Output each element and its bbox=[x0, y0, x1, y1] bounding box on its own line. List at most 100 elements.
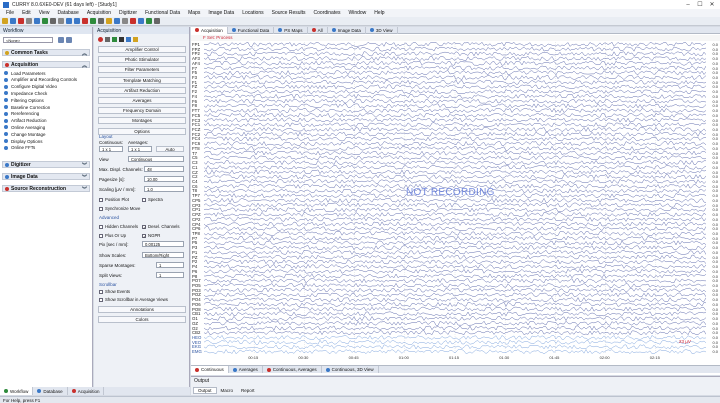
workflow-item[interactable]: Filtering Options bbox=[4, 97, 44, 103]
show-scrollbar-averages-checkbox[interactable]: Show Scrollbar in Average Views bbox=[99, 297, 168, 302]
workflow-item[interactable]: Rereferencing bbox=[4, 111, 39, 117]
photic-stimulator-button[interactable]: Photic Stimulator bbox=[98, 56, 186, 64]
toolbar-icon-4[interactable] bbox=[26, 18, 32, 24]
chevron-down-icon[interactable]: ︾ bbox=[82, 186, 87, 193]
workflow-item[interactable]: Amplifier and Recording Controls bbox=[4, 77, 77, 83]
play-icon[interactable] bbox=[112, 37, 117, 42]
workflow-add-icon[interactable] bbox=[58, 37, 64, 43]
plus-or-up-checkbox[interactable]: Plus Or Up bbox=[99, 233, 126, 238]
workflow-section-source-reconstruction[interactable]: Source Reconstruction ︾ bbox=[2, 185, 90, 193]
workflow-item[interactable]: Artifact Reduction bbox=[4, 118, 47, 124]
ngpr-checkbox[interactable]: ✓ NGPR bbox=[142, 233, 160, 238]
show-events-checkbox[interactable]: Show Events bbox=[99, 289, 130, 294]
menu-digitizer[interactable]: Digitizer bbox=[115, 10, 141, 16]
max-channels-input[interactable]: 48 bbox=[144, 166, 184, 172]
frequency-domain-button[interactable]: Frequency Domain bbox=[98, 107, 186, 115]
toolbar-icon-2[interactable] bbox=[10, 18, 16, 24]
continuous-layout-select[interactable]: 1 x 1 bbox=[99, 146, 123, 152]
view-tab-averages[interactable]: Averages bbox=[229, 366, 263, 373]
view-tab-continuous[interactable]: Continuous bbox=[191, 366, 229, 373]
synchronize-move-checkbox[interactable]: Synchronize Move bbox=[99, 206, 140, 211]
averages-layout-select[interactable]: 1 x 1 bbox=[128, 146, 152, 152]
menu-locations[interactable]: Locations bbox=[238, 10, 267, 16]
chevron-up-icon[interactable]: ︽ bbox=[82, 62, 87, 69]
stop-icon[interactable] bbox=[119, 37, 124, 42]
toolbar-icon-3[interactable] bbox=[18, 18, 24, 24]
toolbar-icon-8[interactable] bbox=[58, 18, 64, 24]
toolbar-icon-5[interactable] bbox=[34, 18, 40, 24]
view-tab-continuous-averages[interactable]: Continuous, Averages bbox=[263, 366, 322, 373]
tab-functional-data[interactable]: Functional Data bbox=[228, 26, 275, 34]
view-select[interactable]: Continuous bbox=[128, 156, 184, 162]
pagesize-input[interactable]: 10.00 bbox=[144, 176, 184, 182]
dock-tab-acquisition[interactable]: Acquisition bbox=[68, 387, 105, 395]
menu-coordinates[interactable]: Coordinates bbox=[310, 10, 345, 16]
menu-image-data[interactable]: Image Data bbox=[204, 10, 238, 16]
tab-3d-view[interactable]: 3D View bbox=[366, 26, 398, 34]
menu-view[interactable]: View bbox=[35, 10, 54, 16]
toolbar-icon-16[interactable] bbox=[122, 18, 128, 24]
split-views-input[interactable]: 1 bbox=[156, 272, 184, 278]
channel-label[interactable]: EMG bbox=[192, 349, 202, 354]
template-matching-button[interactable]: Template Matching bbox=[98, 76, 186, 84]
scaling-input[interactable]: 1.0 bbox=[144, 186, 184, 192]
montages-button[interactable]: Montages bbox=[98, 117, 186, 125]
menu-functional-data[interactable]: Functional Data bbox=[141, 10, 184, 16]
dock-tab-workflow[interactable]: Workflow bbox=[0, 387, 34, 395]
menu-acquisition[interactable]: Acquisition bbox=[83, 10, 115, 16]
toolbar-icon-18[interactable] bbox=[138, 18, 144, 24]
tab-image-data[interactable]: Image Data bbox=[328, 26, 366, 34]
toolbar-icon-19[interactable] bbox=[146, 18, 152, 24]
deselect-channels-checkbox[interactable]: ✓ Desel. Channels bbox=[142, 224, 180, 229]
output-tab-output[interactable]: Output bbox=[193, 387, 217, 394]
impedance-icon[interactable] bbox=[126, 37, 131, 42]
amplifier-control-button[interactable]: Amplifier Control bbox=[98, 46, 186, 53]
colors-button[interactable]: Colors bbox=[98, 316, 186, 323]
toolbar-icon-1[interactable] bbox=[2, 18, 8, 24]
config-icon[interactable] bbox=[133, 37, 138, 42]
tab-all[interactable]: All bbox=[308, 26, 328, 34]
minimize-icon[interactable]: – bbox=[682, 0, 694, 9]
workflow-item[interactable]: Display Options bbox=[4, 138, 43, 144]
workflow-item[interactable]: Change Montage bbox=[4, 131, 46, 137]
sparse-montages-input[interactable]: 1 bbox=[156, 262, 184, 268]
show-scales-select[interactable]: Bottom/Right bbox=[142, 252, 184, 258]
menu-window[interactable]: Window bbox=[345, 10, 371, 16]
menu-edit[interactable]: Edit bbox=[18, 10, 35, 16]
auto-button[interactable]: Auto bbox=[156, 146, 184, 152]
pix-input[interactable]: 0.00125 bbox=[142, 241, 184, 247]
menu-file[interactable]: File bbox=[2, 10, 18, 16]
toolbar-icon-7[interactable] bbox=[50, 18, 56, 24]
toolbar-icon-12[interactable] bbox=[90, 18, 96, 24]
dock-tab-database[interactable]: Database bbox=[33, 387, 68, 395]
workflow-section-image-data[interactable]: Image Data ︾ bbox=[2, 173, 90, 181]
tab-ps-maps[interactable]: PS Maps bbox=[274, 26, 308, 34]
chevron-down-icon[interactable]: ︾ bbox=[82, 174, 87, 181]
spectra-checkbox[interactable]: Spectra bbox=[142, 197, 163, 202]
workflow-section-digitizer[interactable]: Digitizer ︾ bbox=[2, 161, 90, 169]
workflow-section-common-tasks[interactable]: Common Tasks ︽ bbox=[2, 49, 90, 57]
filter-parameters-button[interactable]: Filter Parameters bbox=[98, 66, 186, 74]
toolbar-icon-20[interactable] bbox=[154, 18, 160, 24]
workflow-item[interactable]: Baseline Correction bbox=[4, 104, 50, 110]
maximize-icon[interactable]: ☐ bbox=[694, 0, 706, 9]
toolbar-icon-9[interactable] bbox=[66, 18, 72, 24]
menu-help[interactable]: Help bbox=[370, 10, 388, 16]
averages-button[interactable]: Averages bbox=[98, 97, 186, 104]
chevron-up-icon[interactable]: ︽ bbox=[82, 50, 87, 57]
hidden-channels-checkbox[interactable]: Hidden Channels bbox=[99, 224, 138, 229]
output-tab-report[interactable]: Report bbox=[237, 387, 259, 394]
toolbar-icon-14[interactable] bbox=[106, 18, 112, 24]
position-plot-checkbox[interactable]: Position Plot bbox=[99, 197, 129, 202]
artifact-reduction-button[interactable]: Artifact Reduction bbox=[98, 86, 186, 94]
toolbar-icon-15[interactable] bbox=[114, 18, 120, 24]
toolbar-icon-6[interactable] bbox=[42, 18, 48, 24]
workflow-item[interactable]: Online FFTs bbox=[4, 145, 35, 151]
record-icon[interactable] bbox=[98, 37, 103, 42]
workflow-search-input[interactable]: <None> bbox=[3, 37, 53, 43]
toolbar-icon-17[interactable] bbox=[130, 18, 136, 24]
workflow-item[interactable]: Configure Digital Video bbox=[4, 84, 57, 90]
close-icon[interactable]: ✕ bbox=[706, 0, 718, 9]
tab-acquisition[interactable]: Acquisition bbox=[191, 26, 228, 34]
workflow-section-acquisition[interactable]: Acquisition ︽ bbox=[2, 61, 90, 69]
